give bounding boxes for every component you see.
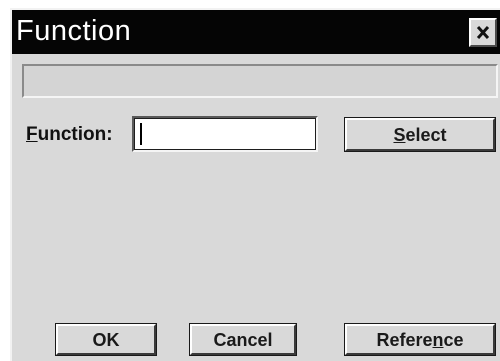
function-label-text: unction: xyxy=(37,124,113,145)
select-mnemonic: S xyxy=(393,124,406,145)
function-label-mnemonic: F xyxy=(26,124,38,145)
cancel-button[interactable]: Cancel xyxy=(189,323,297,356)
cancel-label: Cancel xyxy=(213,329,273,350)
select-button[interactable]: Select xyxy=(344,117,496,152)
function-label: Function: xyxy=(26,124,113,146)
text-caret xyxy=(140,123,142,145)
title-bar[interactable]: Function xyxy=(12,10,500,54)
select-label: elect xyxy=(405,124,447,145)
function-input[interactable] xyxy=(132,116,318,152)
reference-button[interactable]: Reference xyxy=(344,323,496,356)
window-title: Function xyxy=(16,15,132,47)
ok-label: OK xyxy=(92,329,120,350)
reference-label-before: Refere xyxy=(376,329,433,350)
close-button[interactable] xyxy=(469,18,497,47)
ok-button[interactable]: OK xyxy=(55,323,157,356)
reference-mnemonic: n xyxy=(432,329,444,350)
function-dialog: Function Function: Select OK Cancel Refe… xyxy=(10,8,500,361)
status-field xyxy=(22,64,498,98)
reference-label-after: ce xyxy=(443,329,464,350)
close-icon xyxy=(476,25,490,40)
